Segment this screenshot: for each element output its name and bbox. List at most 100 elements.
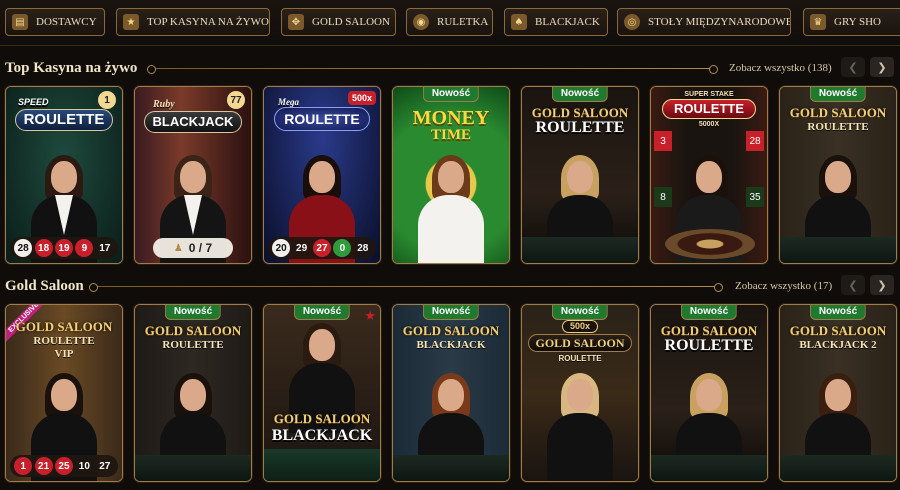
game-title-line2: ROULETTE	[162, 339, 224, 351]
providers-icon: ▤	[12, 14, 28, 30]
new-badge: Nowość	[293, 305, 351, 320]
new-badge: Nowość	[422, 305, 480, 320]
prev-arrow-button[interactable]: ❮	[841, 57, 865, 77]
game-title-prefix: SPEED	[18, 97, 49, 107]
recent-results: 20 29 27 0 28	[268, 237, 376, 259]
section-title: Gold Saloon	[5, 278, 84, 294]
mic-icon: ♛	[810, 14, 826, 30]
nav-gold-saloon[interactable]: ✥ GOLD SALOON	[281, 8, 396, 36]
section-divider	[89, 283, 723, 292]
game-subtitle: 5000X	[698, 121, 720, 128]
nav-blackjack[interactable]: ♠ BLACKJACK	[504, 8, 608, 36]
game-title-line2: ROULETTE	[535, 119, 625, 136]
result-number: 19	[54, 239, 73, 257]
result-number: 28	[357, 242, 369, 254]
game-title: GOLD SALOON	[144, 323, 242, 338]
new-badge: Nowość	[551, 305, 609, 320]
gaming-table	[135, 455, 251, 481]
result-number: 20	[272, 239, 291, 257]
game-tile-gold-saloon-roulette-vip[interactable]: EXCLUSIVE GOLD SALOON ROULETTE VIP 1 21 …	[5, 304, 123, 482]
seat-counter: ♟ 0 / 7	[153, 238, 233, 258]
see-all-link[interactable]: Zobacz wszystko (138)	[729, 62, 832, 74]
game-tile-gold-saloon-roulette-4[interactable]: Nowość GOLD SALOON ROULETTE	[650, 304, 768, 482]
game-tile-gold-saloon-roulette-3[interactable]: Nowość GOLD SALOON ROULETTE	[134, 304, 252, 482]
result-number: 27	[312, 239, 331, 257]
game-title: ROULETTE	[274, 107, 370, 131]
game-tile-gold-saloon-500x[interactable]: Nowość 500x GOLD SALOON ROULETTE	[521, 304, 639, 482]
game-tile-speed-roulette[interactable]: 1 SPEED ROULETTE 28 18 19 9 17	[5, 86, 123, 264]
nav-top-live-casino[interactable]: ★ TOP KASYNA NA ŻYWO	[116, 8, 270, 36]
board-number: 28	[746, 131, 764, 151]
new-badge: Nowość	[422, 87, 480, 102]
gaming-table	[522, 237, 638, 263]
see-all-link[interactable]: Zobacz wszystko (17)	[735, 280, 832, 292]
category-nav: ▤ DOSTAWCY ★ TOP KASYNA NA ŻYWO ✥ GOLD S…	[0, 0, 900, 46]
section-header-top-live: Top Kasyna na żywo Zobacz wszystko (138)…	[0, 56, 900, 82]
nav-dostawcy[interactable]: ▤ DOSTAWCY	[5, 8, 105, 36]
result-number: 29	[296, 242, 308, 254]
game-title: GOLD SALOON	[273, 411, 371, 426]
roulette-wheel-image	[665, 229, 755, 259]
game-tile-mega-roulette[interactable]: 500x Mega ROULETTE 20 29 27 0 28	[263, 86, 381, 264]
gaming-table	[780, 455, 896, 481]
game-title: GOLD SALOON	[15, 319, 113, 334]
saloon-icon: ✥	[288, 14, 304, 30]
game-title: ROULETTE	[662, 99, 756, 119]
dealer-image	[414, 153, 488, 263]
game-title-prefix: Mega	[278, 97, 299, 107]
star-icon: ★	[123, 14, 139, 30]
cards-icon: ♠	[511, 14, 527, 30]
game-tile-gold-saloon-blackjack[interactable]: Nowość ★ GOLD SALOON BLACKJACK	[263, 304, 381, 482]
result-number: 9	[75, 239, 94, 257]
board-number: 35	[746, 187, 764, 207]
game-title-line2: BLACKJACK 2	[799, 339, 877, 351]
result-number: 0	[333, 239, 352, 257]
game-tile-gold-saloon-roulette-2[interactable]: Nowość GOLD SALOON ROULETTE	[779, 86, 897, 264]
game-title-line2: BLACKJACK	[271, 427, 373, 444]
result-number: 25	[54, 457, 73, 475]
game-tile-gold-saloon-blackjack-2[interactable]: Nowość GOLD SALOON BLACKJACK	[392, 304, 510, 482]
next-arrow-button[interactable]: ❯	[870, 275, 894, 295]
recent-results: 1 21 25 10 27	[10, 455, 118, 477]
game-title-prefix: Ruby	[153, 99, 175, 110]
game-title-line2: BLACKJACK	[416, 339, 486, 351]
game-title: GOLD SALOON	[789, 323, 887, 338]
section-header-gold-saloon: Gold Saloon Zobacz wszystko (17) ❮ ❯	[0, 274, 900, 300]
prev-arrow-button[interactable]: ❮	[841, 275, 865, 295]
game-title-line2: ROULETTE	[807, 121, 869, 133]
result-number: 27	[99, 460, 111, 472]
new-badge: Nowość	[680, 305, 738, 320]
game-tile-gold-saloon-roulette[interactable]: Nowość GOLD SALOON ROULETTE	[521, 86, 639, 264]
new-badge: Nowość	[551, 87, 609, 102]
game-tile-money-time[interactable]: Nowość MONEY TIME	[392, 86, 510, 264]
dealer-image	[543, 371, 617, 481]
board-number: 8	[654, 187, 672, 207]
game-title: GOLD SALOON	[528, 334, 632, 352]
gaming-table	[780, 237, 896, 263]
gaming-table	[651, 455, 767, 481]
game-tile-super-stake-roulette[interactable]: SUPER STAKE ROULETTE 5000X 3 28 8 35	[650, 86, 768, 264]
seat-icon: ♟	[173, 242, 183, 254]
nav-international-tables[interactable]: ◎ STOŁY MIĘDZYNARODOWE	[617, 8, 791, 36]
result-number: 21	[34, 457, 53, 475]
game-title: GOLD SALOON	[402, 323, 500, 338]
game-title: GOLD SALOON	[789, 105, 887, 120]
game-tile-gold-saloon-blackjack-3[interactable]: Nowość GOLD SALOON BLACKJACK 2	[779, 304, 897, 482]
game-tile-ruby-blackjack[interactable]: 77 Ruby BLACKJACK ♟ 0 / 7	[134, 86, 252, 264]
game-title-line2: TIME	[430, 127, 471, 143]
section-divider	[147, 65, 718, 74]
recent-results: 28 18 19 9 17	[10, 237, 118, 259]
game-title: BLACKJACK	[144, 111, 242, 133]
result-number: 18	[34, 239, 53, 257]
gaming-table	[264, 449, 380, 481]
gaming-table	[393, 455, 509, 481]
next-arrow-button[interactable]: ❯	[870, 57, 894, 77]
nav-game-shows[interactable]: ♛ GRY SHO	[803, 8, 900, 36]
game-title-line3: VIP	[54, 348, 74, 360]
result-number: 28	[14, 239, 33, 257]
star-icon: ★	[364, 309, 376, 324]
nav-ruletka[interactable]: ◉ RULETKA	[406, 8, 493, 36]
multiplier-badge: 500x	[562, 320, 598, 333]
board-number: 3	[654, 131, 672, 151]
game-title-line2: ROULETTE	[558, 354, 602, 363]
